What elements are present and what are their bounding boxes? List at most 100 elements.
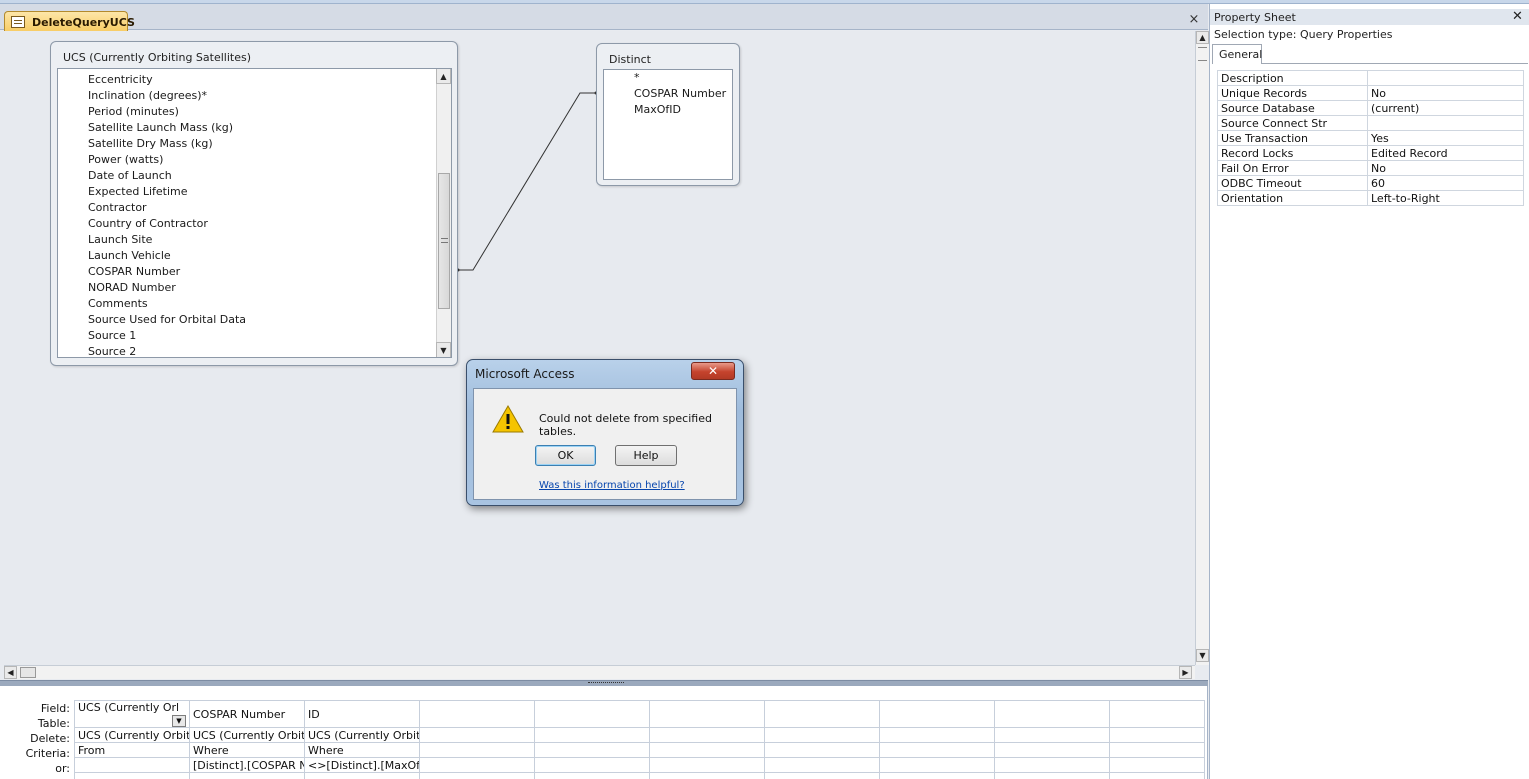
grid-cell-or[interactable] — [1109, 772, 1205, 779]
grid-cell-delete[interactable]: Where — [304, 742, 420, 758]
distinct-table-field-list[interactable]: Distinct * COSPAR Number MaxOfID — [596, 43, 740, 186]
grid-cell-or[interactable] — [534, 772, 650, 779]
grid-cell-or[interactable] — [764, 772, 880, 779]
close-document-icon[interactable]: × — [1186, 12, 1202, 28]
grid-cell-table[interactable] — [1109, 727, 1205, 743]
ucs-field-item[interactable]: NORAD Number — [88, 281, 176, 294]
feedback-link[interactable]: Was this information helpful? — [539, 480, 685, 491]
splitter-grip-icon[interactable] — [1198, 47, 1207, 61]
property-value[interactable]: Edited Record — [1367, 145, 1524, 161]
grid-cell-delete[interactable] — [764, 742, 880, 758]
grid-cell-delete[interactable] — [419, 742, 535, 758]
property-row[interactable]: ODBC Timeout 60 — [1217, 175, 1524, 191]
grid-cell-delete[interactable]: From — [74, 742, 190, 758]
property-value[interactable]: 60 — [1367, 175, 1524, 191]
property-row[interactable]: Unique Records No — [1217, 85, 1524, 101]
scroll-right-icon[interactable]: ▶ — [1179, 666, 1192, 679]
ucs-field-item[interactable]: COSPAR Number — [88, 265, 180, 278]
ucs-field-item[interactable]: Launch Site — [88, 233, 152, 246]
grid-cell-table[interactable]: UCS (Currently Orbitir — [189, 727, 305, 743]
grid-cell-table[interactable]: UCS (Currently Orbitir — [74, 727, 190, 743]
scroll-down-icon[interactable]: ▼ — [1196, 649, 1209, 662]
grid-cell-table[interactable] — [419, 727, 535, 743]
grid-cell-criteria[interactable] — [74, 757, 190, 773]
grid-cell-field[interactable] — [994, 700, 1110, 728]
grid-cell-delete[interactable] — [534, 742, 650, 758]
grid-cell-criteria[interactable]: <>[Distinct].[MaxOfID — [304, 757, 420, 773]
grid-cell-delete[interactable] — [649, 742, 765, 758]
ucs-field-item[interactable]: Expected Lifetime — [88, 185, 188, 198]
ucs-field-item[interactable]: Source 1 — [88, 329, 136, 342]
scrollbar-thumb[interactable] — [20, 667, 36, 678]
close-icon[interactable]: ✕ — [1512, 9, 1523, 24]
ucs-field-item[interactable]: Country of Contractor — [88, 217, 208, 230]
grid-cell-delete[interactable] — [994, 742, 1110, 758]
grid-cell-field[interactable] — [879, 700, 995, 728]
grid-cell-criteria[interactable] — [419, 757, 535, 773]
ucs-field-item[interactable]: Source Used for Orbital Data — [88, 313, 246, 326]
ucs-field-item[interactable]: Date of Launch — [88, 169, 172, 182]
grid-cell-table[interactable] — [649, 727, 765, 743]
grid-cell-field[interactable] — [419, 700, 535, 728]
ok-button[interactable]: OK — [535, 445, 596, 466]
property-value[interactable] — [1367, 70, 1524, 86]
grid-cell-delete[interactable] — [1109, 742, 1205, 758]
grid-cell-field[interactable]: COSPAR Number — [189, 700, 305, 728]
property-row[interactable]: Source Database (current) — [1217, 100, 1524, 116]
grid-cell-or[interactable] — [649, 772, 765, 779]
design-horizontal-scrollbar[interactable]: ◀ ▶ — [4, 665, 1195, 679]
grid-cell-field[interactable] — [1109, 700, 1205, 728]
grid-cell-criteria[interactable] — [534, 757, 650, 773]
property-row[interactable]: Source Connect Str — [1217, 115, 1524, 131]
property-value[interactable]: Left-to-Right — [1367, 190, 1524, 206]
grid-cell-table[interactable] — [994, 727, 1110, 743]
distinct-field-item[interactable]: * — [634, 71, 640, 84]
grid-cell-field[interactable]: UCS (Currently Orl ▼ — [74, 700, 190, 728]
grid-cell-table[interactable] — [764, 727, 880, 743]
property-value[interactable]: Yes — [1367, 130, 1524, 146]
grid-cell-field[interactable] — [764, 700, 880, 728]
property-value[interactable] — [1367, 115, 1524, 131]
ucs-field-item[interactable]: Comments — [88, 297, 148, 310]
grid-cell-table[interactable] — [534, 727, 650, 743]
distinct-field-item[interactable]: MaxOfID — [634, 103, 681, 116]
ucs-field-item[interactable]: Power (watts) — [88, 153, 163, 166]
grid-cell-or[interactable] — [189, 772, 305, 779]
ucs-field-item[interactable]: Inclination (degrees)* — [88, 89, 207, 102]
grid-cell-or[interactable] — [419, 772, 535, 779]
grid-cell-criteria[interactable]: [Distinct].[COSPAR Nu — [189, 757, 305, 773]
grid-cell-criteria[interactable] — [764, 757, 880, 773]
ucs-field-item[interactable]: Period (minutes) — [88, 105, 179, 118]
property-value[interactable]: No — [1367, 85, 1524, 101]
chevron-down-icon[interactable]: ▼ — [172, 715, 186, 727]
property-row[interactable]: Record Locks Edited Record — [1217, 145, 1524, 161]
grid-cell-or[interactable] — [74, 772, 190, 779]
scrollbar-thumb[interactable] — [438, 173, 450, 309]
design-vertical-scrollbar[interactable]: ▲ ▼ — [1195, 31, 1209, 665]
ucs-field-item[interactable]: Satellite Dry Mass (kg) — [88, 137, 213, 150]
ucs-field-item[interactable]: Launch Vehicle — [88, 249, 171, 262]
scroll-up-icon[interactable]: ▲ — [436, 69, 451, 84]
grid-cell-field[interactable]: ID — [304, 700, 420, 728]
ucs-field-item[interactable]: Source 2 — [88, 345, 136, 357]
scroll-down-icon[interactable]: ▼ — [436, 342, 451, 357]
ucs-field-item[interactable]: Satellite Launch Mass (kg) — [88, 121, 233, 134]
grid-cell-field[interactable] — [534, 700, 650, 728]
property-row[interactable]: Orientation Left-to-Right — [1217, 190, 1524, 206]
grid-cell-field[interactable] — [649, 700, 765, 728]
property-value[interactable]: (current) — [1367, 100, 1524, 116]
property-row[interactable]: Description — [1217, 70, 1524, 86]
property-row[interactable]: Use Transaction Yes — [1217, 130, 1524, 146]
grid-cell-delete[interactable] — [879, 742, 995, 758]
grid-cell-criteria[interactable] — [879, 757, 995, 773]
help-button[interactable]: Help — [615, 445, 677, 466]
grid-cell-table[interactable] — [879, 727, 995, 743]
ucs-field-item[interactable]: Contractor — [88, 201, 147, 214]
close-icon[interactable]: ✕ — [691, 362, 735, 380]
grid-cell-or[interactable] — [304, 772, 420, 779]
grid-cell-or[interactable] — [994, 772, 1110, 779]
distinct-field-item[interactable]: COSPAR Number — [634, 87, 726, 100]
grid-cell-or[interactable] — [879, 772, 995, 779]
scroll-up-icon[interactable]: ▲ — [1196, 31, 1209, 44]
grid-cell-criteria[interactable] — [649, 757, 765, 773]
